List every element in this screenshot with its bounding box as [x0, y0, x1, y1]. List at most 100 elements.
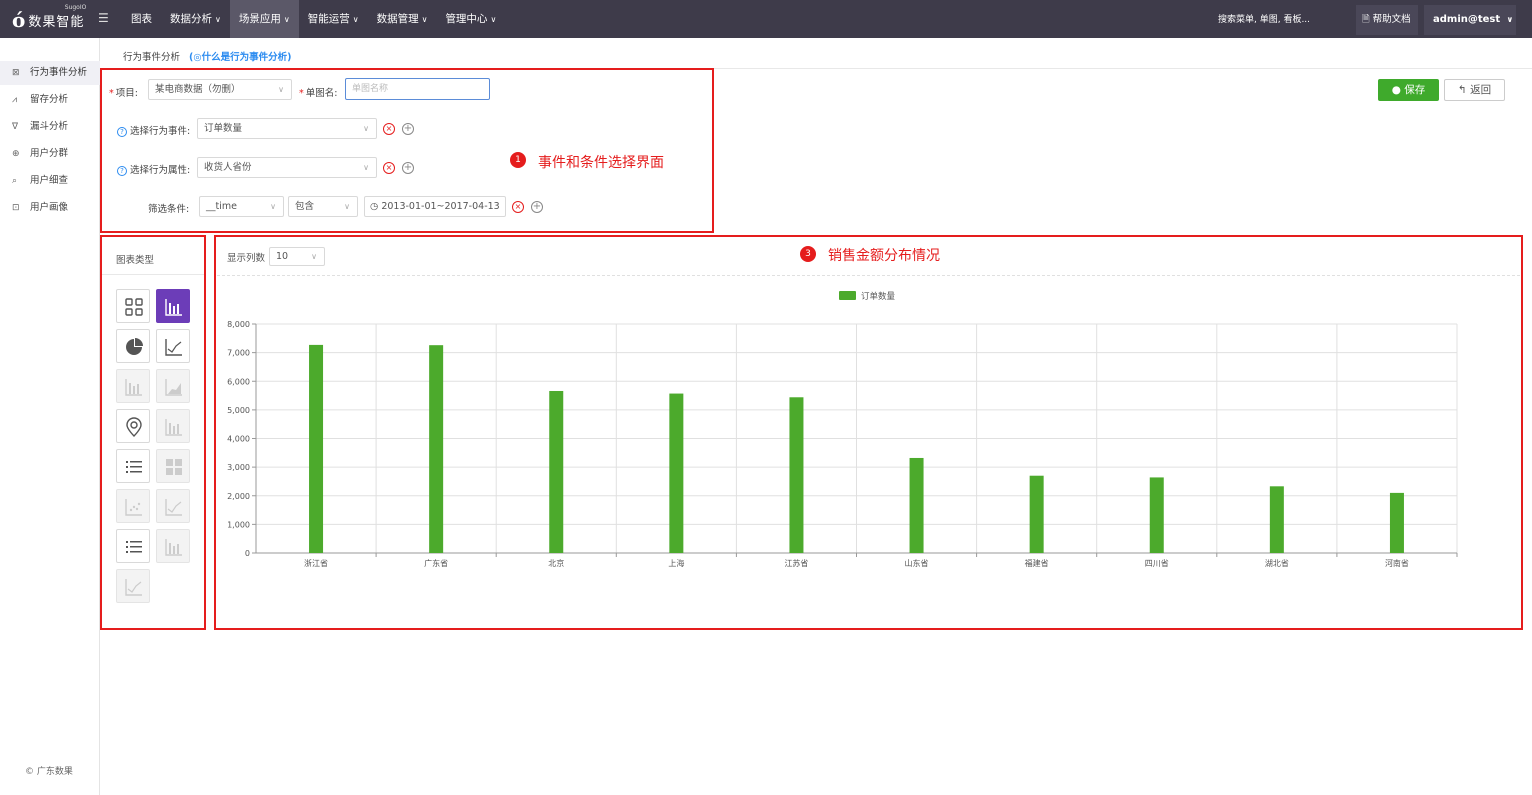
- back-label: 返回: [1470, 84, 1492, 96]
- filter-label: 筛选条件:: [148, 204, 190, 215]
- portrait-icon: ⊡: [12, 203, 20, 213]
- nav-item[interactable]: 场景应用 ∨: [229, 0, 299, 38]
- sidebar-item[interactable]: ⊕ 用户分群: [0, 142, 100, 166]
- filter-field-value: __time: [206, 201, 237, 212]
- chart-name-input[interactable]: 单图名称: [345, 78, 490, 100]
- nav-item[interactable]: 智能运营 ∨: [299, 0, 368, 38]
- save-button[interactable]: ● 保存: [1378, 79, 1439, 101]
- project-value: 某电商数据（勿删）: [155, 84, 241, 95]
- sidebar-item[interactable]: ∇ 漏斗分析: [0, 115, 100, 139]
- sidebar-item[interactable]: ⊡ 用户画像: [0, 196, 100, 220]
- chart-type-button[interactable]: [116, 449, 150, 483]
- chart-type-button: [156, 489, 190, 523]
- date-range-picker[interactable]: ◷ 2013-01-01~2017-04-13: [364, 196, 506, 217]
- top-navbar: ó 数果智能 SugoIO ☰ 图表 数据分析 ∨ 场景应用 ∨ 智能运营 ∨ 数据管理 ∨ 管理…: [0, 0, 1532, 38]
- chevron-down-icon: ∨: [363, 163, 369, 172]
- legend-label: 订单数量: [861, 291, 896, 302]
- bar: [1149, 477, 1164, 553]
- chevron-down-icon: ∨: [344, 202, 350, 211]
- bar: [429, 345, 444, 553]
- x-tick-label: 湖北省: [1265, 558, 1289, 568]
- user-menu[interactable]: admin@test ∨: [1424, 5, 1516, 35]
- x-tick-label: 江苏省: [784, 558, 808, 568]
- annotation-badge-1: 1: [510, 152, 526, 168]
- bar: [669, 393, 684, 553]
- y-tick-label: 0: [245, 549, 250, 558]
- project-select[interactable]: 某电商数据（勿删） ∨: [148, 79, 292, 100]
- remove-filter-icon[interactable]: ×: [512, 201, 524, 213]
- document-icon: 🗎: [1362, 14, 1370, 25]
- logo[interactable]: ó 数果智能 SugoIO: [12, 4, 86, 33]
- logo-mark: ó: [12, 8, 26, 32]
- help-docs-link[interactable]: 🗎 帮助文档: [1356, 5, 1418, 35]
- logo-text-main: 数果智能: [28, 14, 85, 30]
- y-tick-label: 8,000: [227, 320, 250, 329]
- sidebar-item-label: 用户细查: [30, 175, 69, 186]
- chart-type-button[interactable]: [116, 409, 150, 443]
- add-property-icon[interactable]: +: [402, 162, 414, 174]
- property-select[interactable]: 收货人省份 ∨: [197, 157, 377, 178]
- nav-item-label: 数据管理: [376, 13, 419, 25]
- sidebar-item-label: 留存分析: [30, 94, 69, 105]
- y-tick-label: 7,000: [227, 349, 250, 358]
- funnel-icon: ∇: [12, 122, 19, 132]
- chart-type-button[interactable]: [156, 289, 190, 323]
- nav-item[interactable]: 管理中心 ∨: [436, 0, 505, 38]
- y-tick-label: 1,000: [227, 520, 250, 529]
- help-label: 帮助文档: [1372, 14, 1411, 25]
- y-tick-label: 5,000: [227, 406, 250, 415]
- filter-field-select[interactable]: __time ∨: [199, 196, 284, 217]
- sidebar-item-label: 漏斗分析: [30, 121, 69, 132]
- chart-type-button[interactable]: [156, 329, 190, 363]
- chart-type-button[interactable]: [116, 529, 150, 563]
- event-icon: ⊠: [12, 68, 20, 78]
- logo-text: 数果智能 SugoIO: [28, 4, 86, 30]
- annotation-badge-3: 3: [800, 246, 816, 262]
- back-button[interactable]: ↰ 返回: [1444, 79, 1505, 101]
- breadcrumb: 行为事件分析 (◎什么是行为事件分析): [123, 49, 292, 63]
- check-circle-icon: ●: [1391, 84, 1401, 96]
- nav-item-label: 数据分析: [170, 13, 212, 25]
- sidebar-item-label: 用户分群: [30, 148, 69, 159]
- sidebar-item[interactable]: ⩘ 留存分析: [0, 88, 100, 112]
- nav-item[interactable]: 数据管理 ∨: [368, 0, 437, 38]
- chevron-down-icon: ∨: [311, 252, 317, 261]
- remove-event-icon[interactable]: ×: [383, 123, 395, 135]
- add-event-icon[interactable]: +: [402, 123, 414, 135]
- event-select[interactable]: 订单数量 ∨: [197, 118, 377, 139]
- y-tick-label: 2,000: [227, 492, 250, 501]
- filter-op-value: 包含: [295, 201, 315, 212]
- chevron-down-icon: ∨: [490, 15, 497, 24]
- nav-item[interactable]: 图表: [122, 0, 161, 38]
- bar: [1029, 475, 1044, 553]
- chart-type-title: 图表类型: [116, 255, 155, 266]
- user-label: admin@test: [1433, 14, 1501, 25]
- chart-type-button: [116, 489, 150, 523]
- chevron-down-icon: ∨: [283, 15, 290, 24]
- clock-icon: ◷: [370, 201, 379, 212]
- question-icon[interactable]: ?: [117, 126, 127, 137]
- return-icon: ↰: [1457, 84, 1467, 96]
- bar: [1389, 492, 1404, 553]
- rows-select[interactable]: 10 ∨: [269, 247, 325, 266]
- add-filter-icon[interactable]: +: [531, 201, 543, 213]
- event-value: 订单数量: [204, 123, 243, 134]
- question-icon[interactable]: ?: [117, 165, 127, 176]
- hamburger-menu-icon[interactable]: ☰: [98, 11, 109, 25]
- remove-property-icon[interactable]: ×: [383, 162, 395, 174]
- bar: [549, 390, 564, 553]
- help-link[interactable]: (◎什么是行为事件分析): [189, 52, 291, 63]
- divider: [217, 275, 1520, 276]
- search-input[interactable]: 搜索菜单, 单图, 看板...: [1213, 11, 1353, 29]
- filter-op-select[interactable]: 包含 ∨: [288, 196, 358, 217]
- chart-type-button[interactable]: [116, 329, 150, 363]
- chevron-down-icon: ∨: [278, 85, 284, 94]
- bar: [789, 397, 804, 553]
- nav-item[interactable]: 数据分析 ∨: [161, 0, 230, 38]
- chart-type-button[interactable]: [116, 289, 150, 323]
- chevron-down-icon: ∨: [215, 15, 221, 24]
- sidebar-item[interactable]: ⌕ 用户细查: [0, 169, 100, 193]
- divider: [102, 274, 204, 275]
- sidebar-item[interactable]: ⊠ 行为事件分析: [0, 61, 100, 85]
- x-tick-label: 浙江省: [304, 558, 328, 568]
